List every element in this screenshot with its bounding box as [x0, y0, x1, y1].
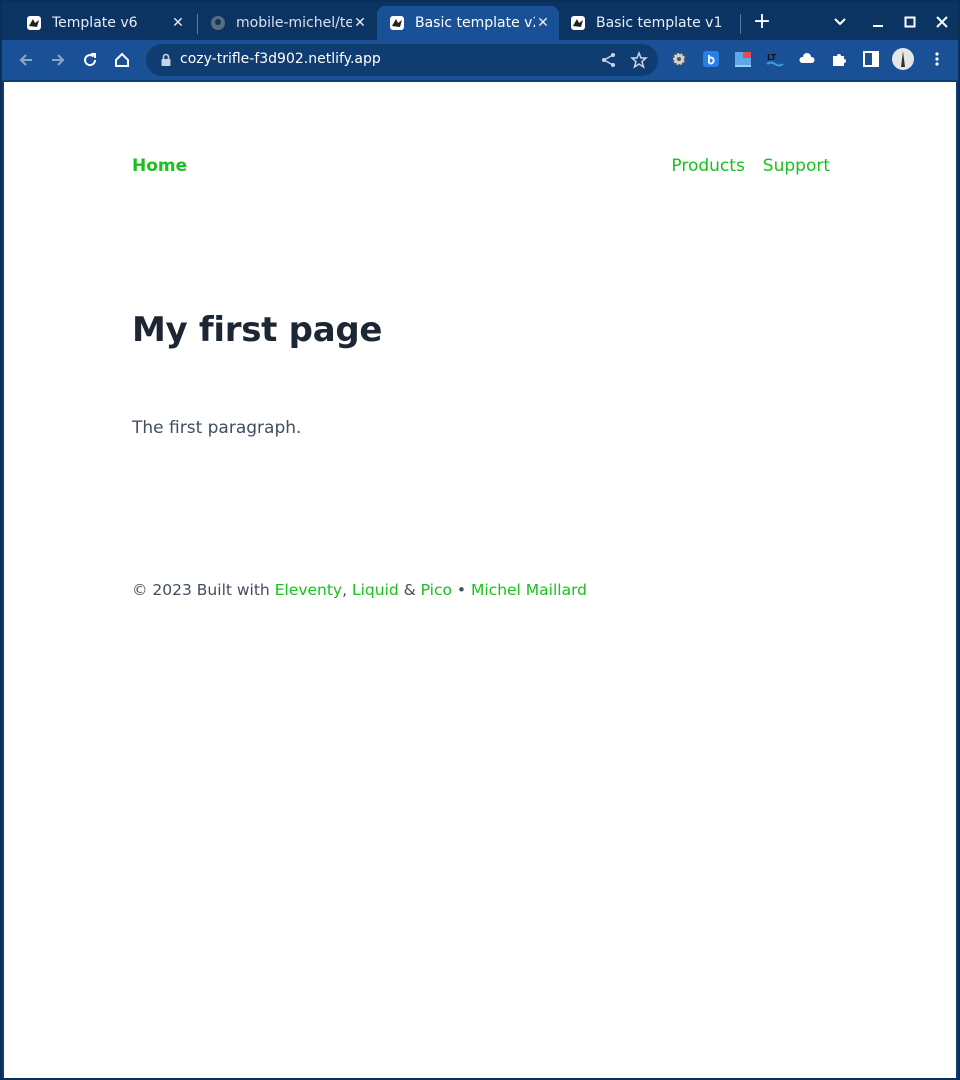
- arrow-right-icon: [52, 54, 65, 66]
- liquid-link[interactable]: Liquid: [352, 581, 399, 599]
- page-title: My first page: [132, 310, 383, 350]
- chevron-down-icon: [834, 18, 846, 26]
- new-tab-button[interactable]: +: [750, 10, 774, 34]
- gear-extension-icon[interactable]: [670, 50, 688, 68]
- puzzle-icon[interactable]: [830, 50, 848, 68]
- url-text: cozy-trifle-f3d902.netlify.app: [180, 51, 381, 67]
- tab-separator: [740, 14, 741, 34]
- page-viewport: Home Products Support My first page The …: [4, 82, 956, 1078]
- side-panel-icon[interactable]: [862, 50, 880, 68]
- tab-basic-template-v2[interactable]: Basic template v2 ✕: [377, 6, 559, 40]
- tab-title: mobile-michel/te: [236, 15, 352, 31]
- close-icon[interactable]: ✕: [352, 15, 368, 31]
- forward-button[interactable]: [44, 46, 72, 74]
- browser-toolbar: cozy-trifle-f3d902.netlify.app LT: [2, 40, 958, 80]
- footer-separator: ,: [342, 581, 352, 599]
- address-bar[interactable]: cozy-trifle-f3d902.netlify.app: [146, 44, 658, 76]
- footer-separator: &: [398, 581, 421, 599]
- tab-title: Template v6: [52, 15, 138, 31]
- star-icon[interactable]: [630, 51, 648, 69]
- back-button[interactable]: [12, 46, 40, 74]
- arrow-left-icon: [19, 54, 32, 66]
- tab-template-v6[interactable]: Template v6 ✕: [6, 6, 194, 40]
- footer-prefix: © 2023 Built with: [132, 581, 275, 599]
- plus-icon: +: [752, 9, 772, 34]
- maximize-button[interactable]: [898, 10, 922, 34]
- nav-products-link[interactable]: Products: [671, 156, 744, 176]
- site-favicon-icon: [389, 15, 405, 31]
- minimize-icon: [873, 25, 883, 27]
- home-icon: [115, 52, 129, 67]
- window-extension-icon[interactable]: [734, 50, 752, 68]
- svg-text:LT: LT: [767, 53, 777, 62]
- footer-separator: •: [452, 581, 471, 599]
- avatar[interactable]: [892, 48, 914, 70]
- eleventy-link[interactable]: Eleventy: [275, 581, 342, 599]
- cloud-extension-icon[interactable]: [798, 50, 816, 68]
- site-favicon-icon: [26, 15, 42, 31]
- browser-window: Template v6 ✕ mobile-michel/te ✕ Basic t…: [0, 0, 960, 1080]
- site-favicon-icon: [570, 15, 586, 31]
- paragraph: The first paragraph.: [132, 418, 302, 438]
- lock-icon: [161, 53, 171, 66]
- close-icon: [936, 16, 948, 28]
- languagetool-extension-icon[interactable]: LT: [766, 50, 784, 68]
- maximize-icon: [904, 16, 916, 28]
- github-icon: [210, 15, 226, 31]
- tab-strip: Template v6 ✕ mobile-michel/te ✕ Basic t…: [2, 2, 958, 42]
- main-nav: Products Support: [671, 156, 830, 176]
- reload-button[interactable]: [76, 46, 104, 74]
- close-icon[interactable]: ✕: [170, 15, 186, 31]
- author-link[interactable]: Michel Maillard: [471, 581, 587, 599]
- tab-title: Basic template v2: [415, 15, 535, 31]
- window-close-button[interactable]: [930, 10, 954, 34]
- share-icon[interactable]: [600, 51, 618, 69]
- home-button[interactable]: [108, 46, 136, 74]
- kebab-menu-icon[interactable]: [928, 50, 946, 68]
- footer: © 2023 Built with Eleventy, Liquid & Pic…: [132, 581, 587, 599]
- minimize-button[interactable]: [866, 10, 890, 34]
- blue-extension-icon[interactable]: [702, 50, 720, 68]
- close-icon[interactable]: ✕: [535, 15, 551, 31]
- reload-icon: [84, 53, 97, 67]
- nav-support-link[interactable]: Support: [763, 156, 830, 176]
- tab-title: Basic template v1: [596, 15, 723, 31]
- pico-link[interactable]: Pico: [421, 581, 452, 599]
- tab-search-button[interactable]: [828, 10, 852, 34]
- nav-home-link[interactable]: Home: [132, 156, 187, 176]
- tab-basic-template-v1[interactable]: Basic template v1: [560, 6, 740, 40]
- tab-github[interactable]: mobile-michel/te ✕: [190, 6, 376, 40]
